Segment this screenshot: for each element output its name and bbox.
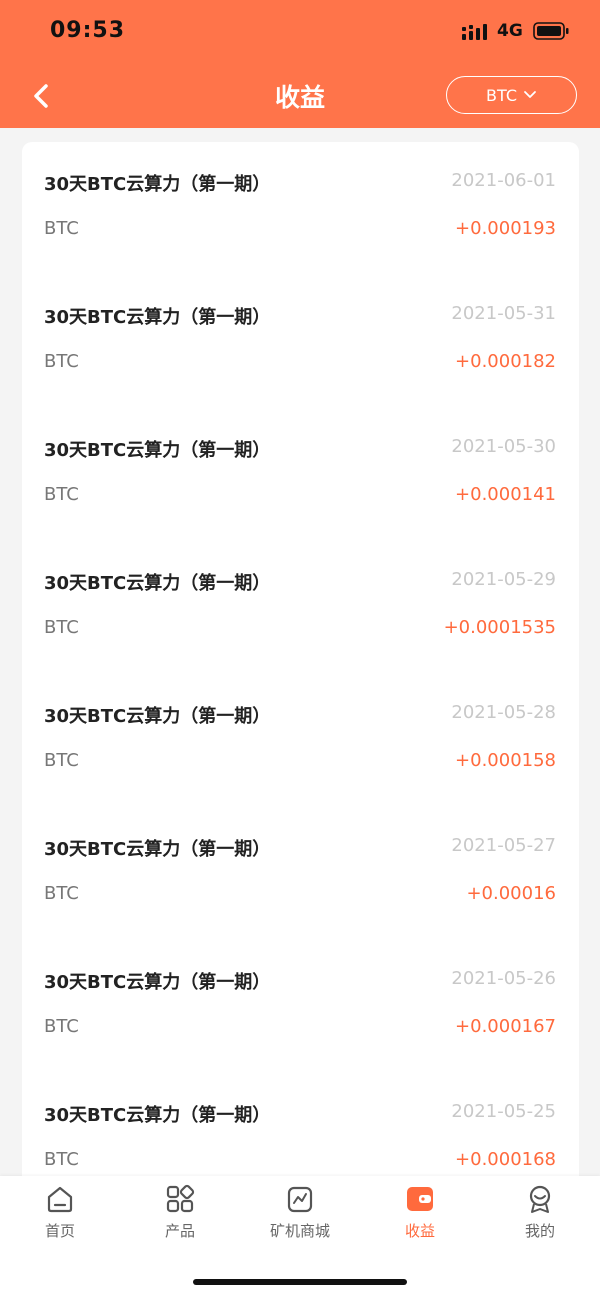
list-item[interactable]: 30天BTC云算力（第一期） 2021-05-25 BTC +0.000168 — [22, 1073, 579, 1192]
entry-amount: +0.000141 — [455, 484, 556, 505]
entry-currency: BTC — [44, 750, 79, 771]
nav-bar: 收益 BTC — [0, 64, 600, 128]
network-label: 4G — [497, 21, 523, 41]
entry-date: 2021-05-30 — [451, 436, 556, 457]
entry-title: 30天BTC云算力（第一期） — [44, 440, 271, 461]
currency-select[interactable]: BTC — [446, 76, 577, 114]
entry-title: 30天BTC云算力（第一期） — [44, 839, 271, 860]
status-time: 09:53 — [50, 18, 126, 43]
tab-profile[interactable]: 我的 — [480, 1184, 600, 1250]
entry-currency: BTC — [44, 883, 79, 904]
list-item[interactable]: 30天BTC云算力（第一期） 2021-05-31 BTC +0.000182 — [22, 275, 579, 408]
entry-currency: BTC — [44, 617, 79, 638]
chevron-down-icon — [524, 91, 536, 98]
entry-date: 2021-05-25 — [451, 1101, 556, 1122]
entry-title: 30天BTC云算力（第一期） — [44, 573, 271, 594]
entry-amount: +0.000167 — [455, 1016, 556, 1037]
entry-title: 30天BTC云算力（第一期） — [44, 307, 271, 328]
chevron-left-icon — [34, 84, 48, 108]
list-item[interactable]: 30天BTC云算力（第一期） 2021-05-29 BTC +0.0001535 — [22, 541, 579, 674]
tab-home[interactable]: 首页 — [0, 1184, 120, 1250]
currency-select-value: BTC — [486, 85, 517, 105]
page-title: 收益 — [274, 83, 325, 112]
battery-icon — [533, 22, 569, 40]
entry-currency: BTC — [44, 1016, 79, 1037]
list-item[interactable]: 30天BTC云算力（第一期） 2021-06-01 BTC +0.000193 — [22, 142, 579, 275]
entry-amount: +0.00016 — [466, 883, 556, 904]
list-item[interactable]: 30天BTC云算力（第一期） 2021-05-27 BTC +0.00016 — [22, 807, 579, 940]
signal-icon — [462, 24, 487, 40]
entry-amount: +0.000193 — [455, 218, 556, 239]
entry-amount: +0.0001535 — [443, 617, 556, 638]
home-indicator — [193, 1279, 407, 1285]
tab-products[interactable]: 产品 — [120, 1184, 240, 1250]
entry-date: 2021-05-28 — [451, 702, 556, 723]
entry-date: 2021-05-26 — [451, 968, 556, 989]
entry-title: 30天BTC云算力（第一期） — [44, 972, 271, 993]
tab-label: 我的 — [524, 1222, 555, 1240]
tab-earnings[interactable]: 收益 — [360, 1184, 480, 1250]
entry-amount: +0.000158 — [455, 750, 556, 771]
entry-date: 2021-05-27 — [451, 835, 556, 856]
entry-currency: BTC — [44, 1149, 79, 1170]
entry-currency: BTC — [44, 351, 79, 372]
wallet-icon — [407, 1187, 433, 1211]
back-button[interactable] — [24, 78, 60, 114]
home-icon — [47, 1186, 73, 1213]
status-bar: 09:53 4G — [0, 0, 600, 64]
chart-bag-icon — [287, 1186, 313, 1213]
tab-label: 产品 — [164, 1222, 195, 1240]
entry-amount: +0.000182 — [455, 351, 556, 372]
profile-icon — [529, 1185, 551, 1213]
entry-title: 30天BTC云算力（第一期） — [44, 174, 271, 195]
entry-date: 2021-05-31 — [451, 303, 556, 324]
grid-icon — [166, 1184, 195, 1213]
entry-title: 30天BTC云算力（第一期） — [44, 706, 271, 727]
list-item[interactable]: 30天BTC云算力（第一期） 2021-05-26 BTC +0.000167 — [22, 940, 579, 1073]
earnings-list: 30天BTC云算力（第一期） 2021-06-01 BTC +0.000193 … — [22, 142, 579, 1192]
entry-currency: BTC — [44, 484, 79, 505]
tab-miner-store[interactable]: 矿机商城 — [240, 1184, 360, 1250]
tab-label: 收益 — [404, 1222, 435, 1240]
tab-label: 矿机商城 — [269, 1222, 330, 1240]
list-item[interactable]: 30天BTC云算力（第一期） 2021-05-30 BTC +0.000141 — [22, 408, 579, 541]
header: 09:53 4G 收益 BTC — [0, 0, 600, 128]
entry-title: 30天BTC云算力（第一期） — [44, 1105, 271, 1126]
entry-currency: BTC — [44, 218, 79, 239]
entry-amount: +0.000168 — [455, 1149, 556, 1170]
entry-date: 2021-05-29 — [451, 569, 556, 590]
tab-label: 首页 — [44, 1222, 75, 1240]
entry-date: 2021-06-01 — [451, 170, 556, 191]
list-item[interactable]: 30天BTC云算力（第一期） 2021-05-28 BTC +0.000158 — [22, 674, 579, 807]
